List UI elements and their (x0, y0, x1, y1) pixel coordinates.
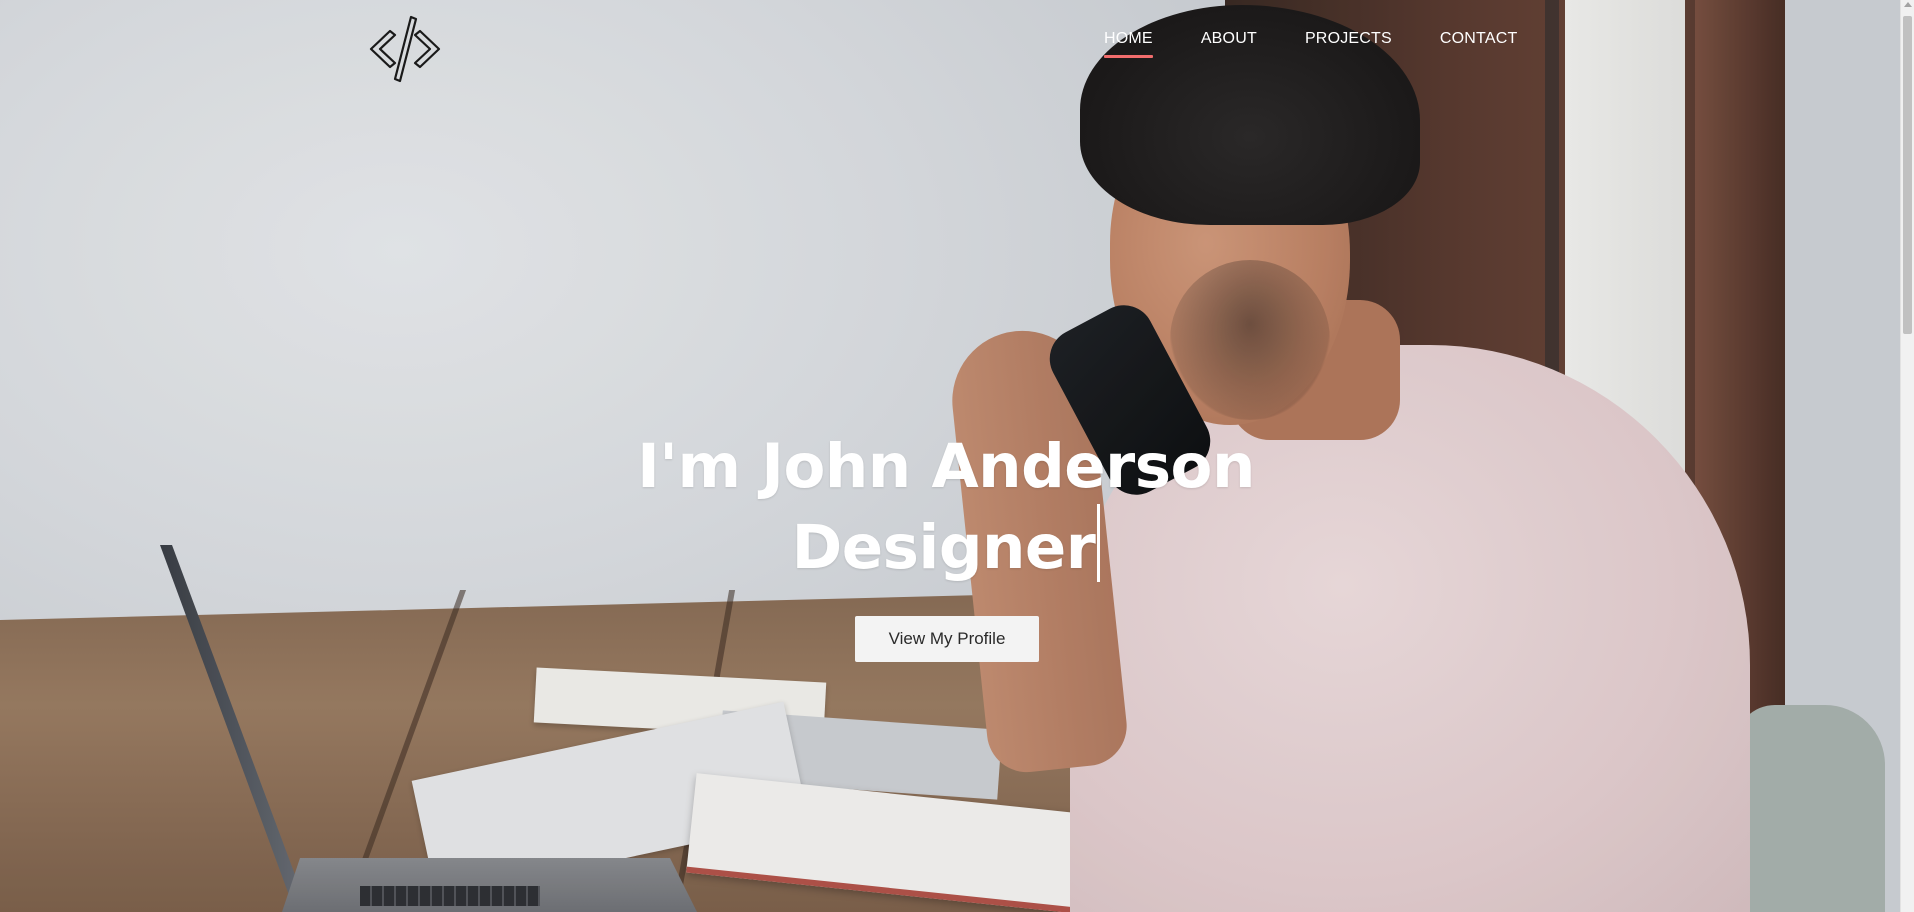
nav-home[interactable]: HOME (1104, 30, 1153, 58)
scrollbar-thumb[interactable] (1903, 16, 1912, 334)
code-brackets-icon (369, 15, 441, 83)
nav-projects[interactable]: PROJECTS (1305, 30, 1392, 58)
nav-about[interactable]: ABOUT (1201, 30, 1257, 58)
hero-name-line: I'm John Anderson (637, 431, 1255, 502)
nav-contact[interactable]: CONTACT (1440, 30, 1518, 58)
view-profile-button[interactable]: View My Profile (855, 616, 1039, 662)
hero-headline: I'm John Anderson Designer (0, 430, 1892, 585)
site-logo[interactable] (368, 14, 442, 84)
typing-cursor (1097, 504, 1101, 582)
scroll-up-arrow-icon[interactable] (1904, 2, 1912, 7)
page-scrollbar[interactable] (1900, 0, 1914, 912)
main-nav: HOME ABOUT PROJECTS CONTACT (1104, 30, 1565, 58)
hero-role-line: Designer (791, 512, 1096, 583)
